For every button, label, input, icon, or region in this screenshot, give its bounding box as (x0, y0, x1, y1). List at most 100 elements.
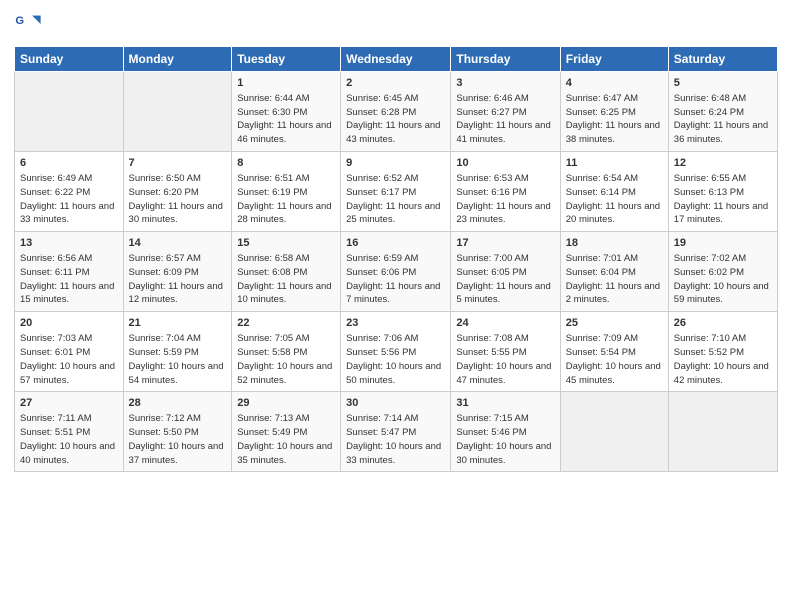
day-info: Sunrise: 7:08 AM Sunset: 5:55 PM Dayligh… (456, 333, 551, 385)
day-cell: 14 Sunrise: 6:57 AM Sunset: 6:09 PM Dayli… (123, 232, 232, 312)
logo-icon: G (14, 10, 42, 38)
day-cell: 31 Sunrise: 7:15 AM Sunset: 5:46 PM Dayli… (451, 392, 560, 472)
day-number: 4 (566, 76, 663, 91)
day-number: 15 (237, 236, 335, 251)
day-header-thursday: Thursday (451, 47, 560, 72)
day-header-tuesday: Tuesday (232, 47, 341, 72)
day-info: Sunrise: 6:48 AM Sunset: 6:24 PM Dayligh… (674, 93, 768, 145)
header: G (14, 10, 778, 38)
day-cell (668, 392, 777, 472)
week-row-2: 6 Sunrise: 6:49 AM Sunset: 6:22 PM Daylig… (15, 152, 778, 232)
day-cell: 28 Sunrise: 7:12 AM Sunset: 5:50 PM Dayli… (123, 392, 232, 472)
day-info: Sunrise: 7:02 AM Sunset: 6:02 PM Dayligh… (674, 253, 769, 305)
day-header-wednesday: Wednesday (341, 47, 451, 72)
day-cell: 16 Sunrise: 6:59 AM Sunset: 6:06 PM Dayli… (341, 232, 451, 312)
day-number: 27 (20, 396, 118, 411)
day-info: Sunrise: 6:51 AM Sunset: 6:19 PM Dayligh… (237, 173, 331, 225)
day-info: Sunrise: 7:12 AM Sunset: 5:50 PM Dayligh… (129, 413, 224, 465)
day-info: Sunrise: 7:11 AM Sunset: 5:51 PM Dayligh… (20, 413, 115, 465)
week-row-4: 20Sunrise: 7:03 AM Sunset: 6:01 PM Dayli… (15, 312, 778, 392)
calendar-header-row: SundayMondayTuesdayWednesdayThursdayFrid… (15, 47, 778, 72)
day-cell: 17Sunrise: 7:00 AM Sunset: 6:05 PM Dayli… (451, 232, 560, 312)
day-number: 8 (237, 156, 335, 171)
day-number: 22 (237, 316, 335, 331)
day-number: 5 (674, 76, 772, 91)
day-number: 7 (129, 156, 227, 171)
week-row-5: 27 Sunrise: 7:11 AM Sunset: 5:51 PM Dayli… (15, 392, 778, 472)
day-number: 30 (346, 396, 445, 411)
day-info: Sunrise: 7:04 AM Sunset: 5:59 PM Dayligh… (129, 333, 224, 385)
day-cell: 19 Sunrise: 7:02 AM Sunset: 6:02 PM Dayli… (668, 232, 777, 312)
day-number: 14 (129, 236, 227, 251)
day-header-monday: Monday (123, 47, 232, 72)
day-cell: 8 Sunrise: 6:51 AM Sunset: 6:19 PM Daylig… (232, 152, 341, 232)
calendar-table: SundayMondayTuesdayWednesdayThursdayFrid… (14, 46, 778, 472)
day-number: 17 (456, 236, 554, 251)
day-info: Sunrise: 7:06 AM Sunset: 5:56 PM Dayligh… (346, 333, 441, 385)
day-info: Sunrise: 6:47 AM Sunset: 6:25 PM Dayligh… (566, 93, 660, 145)
day-info: Sunrise: 7:13 AM Sunset: 5:49 PM Dayligh… (237, 413, 332, 465)
day-info: Sunrise: 7:05 AM Sunset: 5:58 PM Dayligh… (237, 333, 332, 385)
day-cell: 5 Sunrise: 6:48 AM Sunset: 6:24 PM Daylig… (668, 72, 777, 152)
day-cell: 18 Sunrise: 7:01 AM Sunset: 6:04 PM Dayli… (560, 232, 668, 312)
day-info: Sunrise: 7:01 AM Sunset: 6:04 PM Dayligh… (566, 253, 660, 305)
day-cell: 11Sunrise: 6:54 AM Sunset: 6:14 PM Dayli… (560, 152, 668, 232)
day-header-saturday: Saturday (668, 47, 777, 72)
day-number: 16 (346, 236, 445, 251)
day-number: 23 (346, 316, 445, 331)
day-number: 20 (20, 316, 118, 331)
day-cell: 1 Sunrise: 6:44 AM Sunset: 6:30 PM Daylig… (232, 72, 341, 152)
day-number: 9 (346, 156, 445, 171)
day-info: Sunrise: 6:45 AM Sunset: 6:28 PM Dayligh… (346, 93, 440, 145)
day-number: 1 (237, 76, 335, 91)
day-info: Sunrise: 6:55 AM Sunset: 6:13 PM Dayligh… (674, 173, 768, 225)
logo: G (14, 10, 45, 38)
day-cell: 23 Sunrise: 7:06 AM Sunset: 5:56 PM Dayli… (341, 312, 451, 392)
day-cell: 20Sunrise: 7:03 AM Sunset: 6:01 PM Dayli… (15, 312, 124, 392)
day-cell: 15 Sunrise: 6:58 AM Sunset: 6:08 PM Dayli… (232, 232, 341, 312)
day-info: Sunrise: 6:49 AM Sunset: 6:22 PM Dayligh… (20, 173, 114, 225)
day-number: 3 (456, 76, 554, 91)
day-cell: 10Sunrise: 6:53 AM Sunset: 6:16 PM Dayli… (451, 152, 560, 232)
day-cell: 12 Sunrise: 6:55 AM Sunset: 6:13 PM Dayli… (668, 152, 777, 232)
day-number: 21 (129, 316, 227, 331)
day-info: Sunrise: 6:46 AM Sunset: 6:27 PM Dayligh… (456, 93, 550, 145)
day-number: 24 (456, 316, 554, 331)
day-number: 13 (20, 236, 118, 251)
day-cell: 13 Sunrise: 6:56 AM Sunset: 6:11 PM Dayli… (15, 232, 124, 312)
day-header-sunday: Sunday (15, 47, 124, 72)
day-number: 12 (674, 156, 772, 171)
day-info: Sunrise: 6:57 AM Sunset: 6:09 PM Dayligh… (129, 253, 223, 305)
day-cell: 27 Sunrise: 7:11 AM Sunset: 5:51 PM Dayli… (15, 392, 124, 472)
day-number: 18 (566, 236, 663, 251)
day-info: Sunrise: 7:09 AM Sunset: 5:54 PM Dayligh… (566, 333, 661, 385)
calendar-body: 1 Sunrise: 6:44 AM Sunset: 6:30 PM Daylig… (15, 72, 778, 472)
day-number: 19 (674, 236, 772, 251)
week-row-1: 1 Sunrise: 6:44 AM Sunset: 6:30 PM Daylig… (15, 72, 778, 152)
day-number: 29 (237, 396, 335, 411)
day-info: Sunrise: 6:58 AM Sunset: 6:08 PM Dayligh… (237, 253, 331, 305)
svg-text:G: G (15, 15, 24, 27)
day-cell: 9 Sunrise: 6:52 AM Sunset: 6:17 PM Daylig… (341, 152, 451, 232)
week-row-3: 13 Sunrise: 6:56 AM Sunset: 6:11 PM Dayli… (15, 232, 778, 312)
calendar-page: G SundayMondayTuesdayWednesdayThursdayFr… (0, 0, 792, 612)
day-info: Sunrise: 6:56 AM Sunset: 6:11 PM Dayligh… (20, 253, 114, 305)
day-cell (123, 72, 232, 152)
day-number: 6 (20, 156, 118, 171)
day-info: Sunrise: 6:44 AM Sunset: 6:30 PM Dayligh… (237, 93, 331, 145)
day-info: Sunrise: 6:52 AM Sunset: 6:17 PM Dayligh… (346, 173, 440, 225)
day-number: 31 (456, 396, 554, 411)
day-header-friday: Friday (560, 47, 668, 72)
day-cell: 6 Sunrise: 6:49 AM Sunset: 6:22 PM Daylig… (15, 152, 124, 232)
day-cell: 25Sunrise: 7:09 AM Sunset: 5:54 PM Dayli… (560, 312, 668, 392)
day-number: 26 (674, 316, 772, 331)
day-cell: 2Sunrise: 6:45 AM Sunset: 6:28 PM Daylig… (341, 72, 451, 152)
day-info: Sunrise: 7:14 AM Sunset: 5:47 PM Dayligh… (346, 413, 441, 465)
day-info: Sunrise: 7:15 AM Sunset: 5:46 PM Dayligh… (456, 413, 551, 465)
day-number: 28 (129, 396, 227, 411)
day-cell: 7Sunrise: 6:50 AM Sunset: 6:20 PM Daylig… (123, 152, 232, 232)
day-info: Sunrise: 6:59 AM Sunset: 6:06 PM Dayligh… (346, 253, 440, 305)
day-cell (560, 392, 668, 472)
day-cell: 3 Sunrise: 6:46 AM Sunset: 6:27 PM Daylig… (451, 72, 560, 152)
day-number: 10 (456, 156, 554, 171)
